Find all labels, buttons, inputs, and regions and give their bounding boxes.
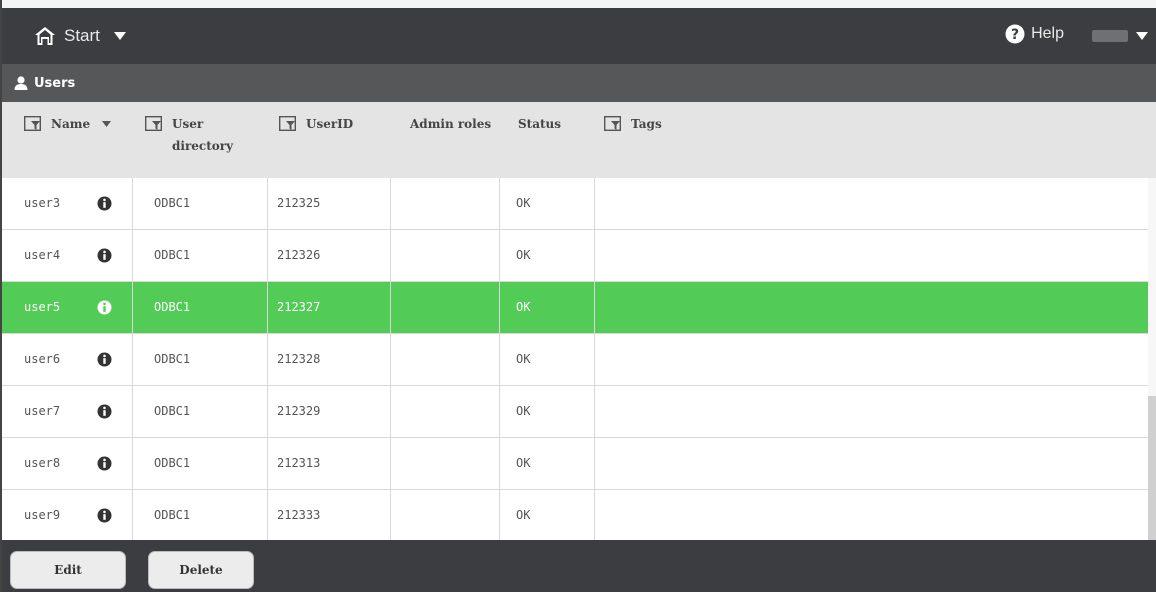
action-bar: Edit Delete bbox=[2, 540, 1156, 592]
cell-directory: ODBC1 bbox=[154, 196, 191, 210]
user-menu[interactable] bbox=[1092, 30, 1148, 42]
column-label: Name bbox=[51, 117, 91, 131]
cell-name: user3 bbox=[24, 196, 61, 210]
cell-status: OK bbox=[516, 508, 531, 522]
info-icon[interactable] bbox=[97, 456, 112, 471]
cell-user-id: 212313 bbox=[277, 456, 321, 470]
column-divider bbox=[267, 178, 268, 540]
table-row[interactable]: user3 ODBC1 212325 OK bbox=[2, 178, 1148, 230]
column-header-user-id[interactable]: UserID bbox=[279, 116, 353, 132]
cell-status: OK bbox=[516, 456, 531, 470]
table-row[interactable]: user4 ODBC1 212326 OK bbox=[2, 230, 1148, 282]
column-divider bbox=[594, 178, 595, 540]
cell-user-id: 212329 bbox=[277, 404, 321, 418]
edit-button[interactable]: Edit bbox=[10, 551, 126, 589]
column-label: User directory bbox=[172, 116, 233, 154]
column-divider bbox=[499, 178, 500, 540]
help-circle-icon: ? bbox=[1005, 24, 1025, 44]
cell-status: OK bbox=[516, 300, 531, 314]
filter-icon[interactable] bbox=[145, 116, 162, 131]
cell-status: OK bbox=[516, 248, 531, 262]
delete-button[interactable]: Delete bbox=[148, 551, 254, 589]
info-icon[interactable] bbox=[97, 248, 112, 263]
cell-user-id: 212327 bbox=[277, 300, 321, 314]
info-icon[interactable] bbox=[97, 196, 112, 211]
start-menu-button[interactable]: Start bbox=[34, 26, 126, 46]
table-row[interactable]: user5 ODBC1 212327 OK bbox=[2, 282, 1148, 334]
filter-icon[interactable] bbox=[24, 116, 41, 131]
cell-name: user9 bbox=[24, 508, 61, 522]
caret-down-icon bbox=[1136, 32, 1148, 40]
cell-name: user7 bbox=[24, 404, 61, 418]
table-row[interactable]: user9 ODBC1 212333 OK bbox=[2, 490, 1148, 542]
info-icon[interactable] bbox=[97, 404, 112, 419]
info-icon[interactable] bbox=[97, 300, 112, 315]
users-table: user9 ODBC1 212333 OK user8 ODBC1 212313 OK user… bbox=[2, 178, 1148, 542]
table-row[interactable]: user6 ODBC1 212328 OK bbox=[2, 334, 1148, 386]
filter-icon[interactable] bbox=[604, 116, 621, 131]
column-label-line: User bbox=[172, 117, 204, 131]
cell-status: OK bbox=[516, 404, 531, 418]
cell-user-id: 212325 bbox=[277, 196, 321, 210]
cell-directory: ODBC1 bbox=[154, 404, 191, 418]
cell-directory: ODBC1 bbox=[154, 352, 191, 366]
column-header-user-directory[interactable]: User directory bbox=[145, 116, 233, 154]
column-label-line: directory bbox=[172, 139, 234, 153]
sort-desc-icon[interactable] bbox=[102, 121, 112, 127]
column-header-tags[interactable]: Tags bbox=[604, 116, 662, 132]
column-label: UserID bbox=[306, 117, 354, 131]
cell-user-id: 212333 bbox=[277, 508, 321, 522]
cell-name: user4 bbox=[24, 248, 61, 262]
cell-directory: ODBC1 bbox=[154, 456, 191, 470]
cell-directory: ODBC1 bbox=[154, 300, 191, 314]
info-icon[interactable] bbox=[97, 352, 112, 367]
column-label: Admin roles bbox=[410, 117, 492, 131]
home-icon bbox=[35, 27, 55, 45]
table-row[interactable]: user8 ODBC1 212313 OK bbox=[2, 438, 1148, 490]
section-title: Users bbox=[34, 75, 76, 91]
qmc-users-window: Start ? Help Users Name User directory U… bbox=[0, 0, 1156, 592]
section-header: Users bbox=[2, 64, 1156, 102]
avatar bbox=[1092, 30, 1128, 42]
cell-status: OK bbox=[516, 196, 531, 210]
cell-directory: ODBC1 bbox=[154, 508, 191, 522]
cell-name: user8 bbox=[24, 456, 61, 470]
column-header-name[interactable]: Name bbox=[24, 116, 112, 132]
caret-down-icon bbox=[113, 32, 126, 40]
help-label: Help bbox=[1031, 25, 1064, 42]
column-header-status[interactable]: Status bbox=[518, 116, 561, 132]
svg-text:?: ? bbox=[1011, 27, 1019, 43]
cell-name: user5 bbox=[24, 300, 61, 314]
filter-icon[interactable] bbox=[279, 116, 296, 131]
cell-status: OK bbox=[516, 352, 531, 366]
column-label: Tags bbox=[631, 117, 662, 131]
cell-name: user6 bbox=[24, 352, 61, 366]
cell-directory: ODBC1 bbox=[154, 248, 191, 262]
cell-user-id: 212326 bbox=[277, 248, 321, 262]
column-header-admin-roles[interactable]: Admin roles bbox=[410, 116, 491, 132]
info-icon[interactable] bbox=[97, 508, 112, 523]
table-row[interactable]: user7 ODBC1 212329 OK bbox=[2, 386, 1148, 438]
table-header: Name User directory UserID Admin roles S… bbox=[2, 102, 1156, 178]
column-divider bbox=[390, 178, 391, 540]
help-button[interactable]: ? Help bbox=[1005, 24, 1064, 44]
cell-user-id: 212328 bbox=[277, 352, 321, 366]
person-icon bbox=[14, 76, 28, 90]
column-label: Status bbox=[518, 117, 562, 131]
start-label: Start bbox=[64, 26, 100, 45]
column-divider bbox=[132, 178, 133, 540]
scrollbar-thumb[interactable] bbox=[1148, 396, 1156, 540]
top-navigation-bar: Start ? Help bbox=[2, 0, 1156, 64]
